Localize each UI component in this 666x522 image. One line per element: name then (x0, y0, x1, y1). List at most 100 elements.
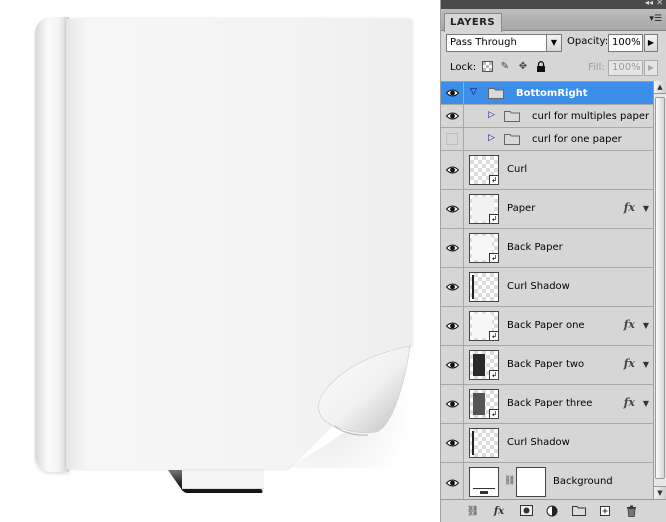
smart-object-icon: ↲ (489, 409, 498, 418)
scroll-down-icon[interactable]: ▼ (654, 486, 666, 499)
layer-row-back-paper-one[interactable]: ↲ Back Paper one fx ▼ (441, 307, 653, 346)
layer-row-curl-shadow[interactable]: Curl Shadow (441, 268, 653, 307)
layers-scrollbar[interactable]: ▲ ▼ (653, 81, 666, 499)
add-mask-icon[interactable] (518, 505, 534, 518)
layer-row-back-paper-two[interactable]: ↲ Back Paper two fx ▼ (441, 346, 653, 385)
lock-row: Lock: ✎ ✥ Fill: 100% ▶ (441, 57, 666, 79)
visibility-toggle[interactable] (441, 229, 464, 267)
back-paper-edge (182, 468, 264, 489)
new-group-icon[interactable] (571, 505, 587, 518)
layer-thumbnail[interactable] (469, 467, 499, 497)
fill-label: Fill: (588, 62, 605, 73)
chevron-down-icon[interactable]: ▼ (643, 399, 649, 408)
opacity-label: Opacity: (567, 36, 609, 47)
triangle-right-icon[interactable]: ▷ (488, 110, 495, 120)
layer-row-paper[interactable]: ↲ Paper fx ▼ (441, 190, 653, 229)
panel-menu-icon[interactable]: ▾☰ (649, 14, 662, 24)
eye-icon[interactable] (446, 165, 459, 175)
layer-thumbnail[interactable]: ↲ (469, 194, 499, 224)
eye-icon[interactable] (446, 88, 459, 98)
eye-icon[interactable] (446, 399, 459, 409)
collapse-panel-icon[interactable]: ◂◂ (645, 0, 653, 7)
link-layers-icon[interactable]: ⛓ (465, 505, 481, 518)
layer-row-curl-multiples[interactable]: ▷ curl for multiples paper (441, 105, 653, 128)
layer-name: Back Paper one (507, 320, 585, 331)
thumbnail-mark (480, 491, 488, 494)
close-panel-icon[interactable]: ✕ (656, 0, 663, 7)
visibility-toggle[interactable] (441, 385, 464, 423)
visibility-toggle[interactable] (441, 424, 464, 462)
layer-name: Curl Shadow (507, 281, 570, 292)
layer-thumbnail[interactable]: ↲ (469, 350, 499, 380)
layer-thumbnail[interactable] (469, 272, 499, 302)
lock-position-icon[interactable]: ✥ (517, 61, 529, 73)
triangle-right-icon[interactable]: ▷ (488, 133, 495, 143)
smart-object-icon: ↲ (489, 253, 498, 262)
layer-row-bottomright[interactable]: ▽ BottomRight (441, 82, 653, 105)
fx-icon[interactable]: fx (624, 357, 635, 370)
eye-icon[interactable] (446, 478, 459, 488)
opacity-slider-arrow-icon[interactable]: ▶ (644, 34, 658, 52)
scroll-thumb[interactable] (655, 97, 665, 479)
opacity-input[interactable]: 100% (608, 34, 643, 52)
fill-slider-arrow-icon[interactable]: ▶ (644, 60, 658, 76)
layer-row-curl[interactable]: ↲ Curl (441, 151, 653, 190)
chevron-down-icon[interactable]: ▼ (643, 360, 649, 369)
layer-row-background[interactable]: ⛓ Background (441, 463, 653, 499)
panel-title-strip: ◂◂ ✕ (441, 0, 666, 9)
lock-image-pixels-icon[interactable]: ✎ (499, 61, 511, 73)
visibility-toggle[interactable] (441, 82, 464, 104)
document-canvas[interactable] (0, 0, 440, 522)
visibility-toggle[interactable] (441, 268, 464, 306)
scroll-up-icon[interactable]: ▲ (654, 81, 666, 94)
lock-transparent-pixels-icon[interactable] (481, 61, 493, 73)
layers-list[interactable]: ▽ BottomRight ▷ curl for multiples paper… (441, 81, 653, 499)
add-layer-style-icon[interactable]: fx (491, 505, 507, 518)
layer-name: Paper (507, 203, 536, 214)
layer-name: Curl (507, 164, 528, 175)
chevron-down-icon[interactable]: ▼ (546, 35, 561, 51)
lock-all-icon[interactable] (535, 61, 547, 73)
hidden-visibility-box[interactable] (446, 133, 458, 145)
fill-input[interactable]: 100% (608, 60, 643, 76)
layer-row-curl-one[interactable]: ▷ curl for one paper (441, 128, 653, 151)
layer-row-curl-shadow-2[interactable]: Curl Shadow (441, 424, 653, 463)
adjustment-layer-icon[interactable] (544, 505, 560, 518)
layer-thumbnail[interactable]: ↲ (469, 389, 499, 419)
visibility-toggle[interactable] (441, 307, 464, 345)
visibility-toggle[interactable] (441, 463, 464, 499)
visibility-toggle[interactable] (441, 128, 464, 150)
triangle-down-icon[interactable]: ▽ (470, 87, 477, 97)
eye-icon[interactable] (446, 204, 459, 214)
smart-object-icon: ↲ (489, 370, 498, 379)
folder-icon (504, 111, 520, 122)
layer-mask-thumbnail[interactable] (516, 467, 546, 497)
layer-thumbnail[interactable]: ↲ (469, 233, 499, 263)
new-layer-icon[interactable] (597, 505, 613, 518)
layer-thumbnail[interactable] (469, 428, 499, 458)
layer-row-back-paper[interactable]: ↲ Back Paper (441, 229, 653, 268)
visibility-toggle[interactable] (441, 151, 464, 189)
eye-icon[interactable] (446, 111, 459, 121)
eye-icon[interactable] (446, 360, 459, 370)
fx-icon[interactable]: fx (624, 201, 635, 214)
visibility-toggle[interactable] (441, 105, 464, 127)
blend-mode-select[interactable]: Pass Through ▼ (446, 34, 562, 52)
fx-icon[interactable]: fx (624, 318, 635, 331)
tab-layers[interactable]: LAYERS (444, 13, 503, 32)
eye-icon[interactable] (446, 282, 459, 292)
layer-row-back-paper-three[interactable]: ↲ Back Paper three fx ▼ (441, 385, 653, 424)
trash-icon[interactable] (623, 505, 639, 518)
link-chain-icon[interactable]: ⛓ (504, 476, 515, 486)
eye-icon[interactable] (446, 243, 459, 253)
folder-icon (504, 134, 520, 145)
visibility-toggle[interactable] (441, 190, 464, 228)
chevron-down-icon[interactable]: ▼ (643, 321, 649, 330)
visibility-toggle[interactable] (441, 346, 464, 384)
eye-icon[interactable] (446, 321, 459, 331)
eye-icon[interactable] (446, 438, 459, 448)
layer-thumbnail[interactable]: ↲ (469, 155, 499, 185)
layer-thumbnail[interactable]: ↲ (469, 311, 499, 341)
chevron-down-icon[interactable]: ▼ (643, 204, 649, 213)
fx-icon[interactable]: fx (624, 396, 635, 409)
